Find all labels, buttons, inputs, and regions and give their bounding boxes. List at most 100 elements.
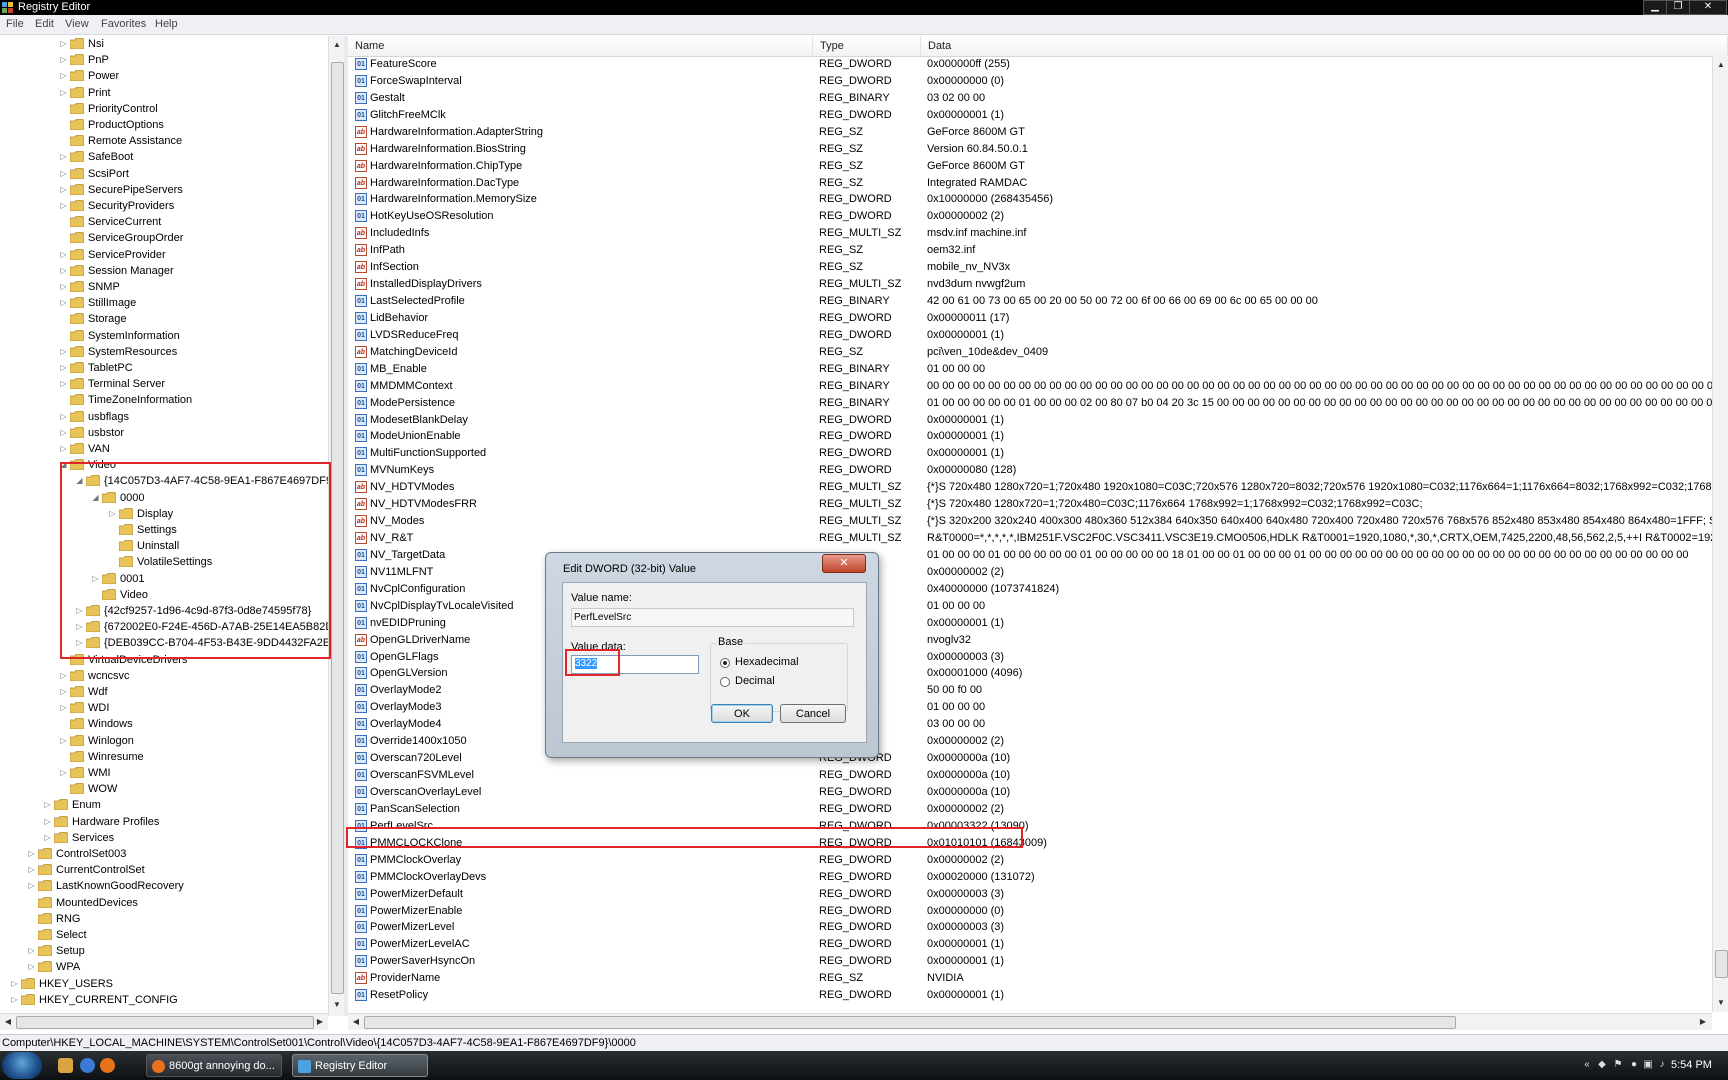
scroll-up-icon[interactable]: ▲ bbox=[1714, 58, 1728, 72]
expand-arrow-icon[interactable]: ▷ bbox=[59, 85, 68, 101]
minimize-button[interactable]: ▁ bbox=[1643, 0, 1667, 15]
taskbar-item-registry-editor[interactable]: Registry Editor bbox=[292, 1054, 428, 1077]
menu-favorites[interactable]: Favorites bbox=[101, 18, 146, 30]
value-row[interactable]: 01 PowerMizerLevelAC REG_DWORD 0x00000001 (… bbox=[348, 936, 1712, 953]
value-row[interactable]: 01 LastSelectedProfile REG_BINARY 42 00 61 … bbox=[348, 293, 1712, 310]
restore-button[interactable]: ❐ bbox=[1666, 0, 1690, 15]
value-row[interactable]: 01 Gestalt REG_BINARY 03 02 00 00 bbox=[348, 90, 1712, 107]
value-row[interactable]: ab InfSection REG_SZ mobile_nv_NV3x bbox=[348, 259, 1712, 276]
expand-arrow-icon[interactable]: ▷ bbox=[59, 36, 68, 52]
tree-hscroll-thumb[interactable] bbox=[16, 1016, 314, 1029]
expand-arrow-icon[interactable]: ▷ bbox=[59, 684, 68, 700]
dialog-close-button[interactable]: ✕ bbox=[822, 554, 866, 573]
menu-edit[interactable]: Edit bbox=[35, 18, 54, 30]
list-scroll-thumb[interactable] bbox=[1715, 950, 1728, 978]
value-row[interactable]: ab InstalledDisplayDrivers REG_MULTI_SZ nvd… bbox=[348, 276, 1712, 293]
expand-arrow-icon[interactable]: ▷ bbox=[59, 425, 68, 441]
list-horizontal-scrollbar[interactable]: ◀ ▶ bbox=[348, 1013, 1712, 1030]
expand-arrow-icon[interactable]: ▷ bbox=[43, 814, 52, 830]
expand-arrow-icon[interactable]: ▷ bbox=[27, 959, 36, 975]
tree-scroll-thumb[interactable] bbox=[331, 62, 344, 994]
menu-view[interactable]: View bbox=[65, 18, 89, 30]
value-row[interactable]: 01 PMMClockOverlayDevs REG_DWORD 0x00020000… bbox=[348, 869, 1712, 886]
list-hscroll-thumb[interactable] bbox=[364, 1016, 1456, 1029]
ok-button[interactable]: OK bbox=[711, 704, 773, 723]
expand-arrow-icon[interactable]: ▷ bbox=[59, 733, 68, 749]
value-row[interactable]: ab HardwareInformation.DacType REG_SZ Integ… bbox=[348, 175, 1712, 192]
firefox-icon[interactable] bbox=[100, 1058, 115, 1073]
expand-arrow-icon[interactable]: ▷ bbox=[59, 166, 68, 182]
expand-arrow-icon[interactable]: ▷ bbox=[27, 943, 36, 959]
list-vertical-scrollbar[interactable]: ▲ ▼ bbox=[1712, 56, 1728, 1012]
expand-arrow-icon[interactable]: ▷ bbox=[59, 247, 68, 263]
expand-arrow-icon[interactable]: ▷ bbox=[59, 198, 68, 214]
decimal-radio[interactable] bbox=[720, 677, 730, 687]
start-button[interactable] bbox=[2, 1052, 42, 1079]
value-row[interactable]: 01 PanScanSelection REG_DWORD 0x00000002 (2… bbox=[348, 801, 1712, 818]
tray-flag-icon[interactable]: ⚑ bbox=[1612, 1059, 1624, 1071]
expand-arrow-icon[interactable]: ▷ bbox=[59, 409, 68, 425]
hexadecimal-label[interactable]: Hexadecimal bbox=[735, 656, 799, 668]
internet-explorer-icon[interactable] bbox=[80, 1058, 95, 1073]
expand-arrow-icon[interactable]: ▷ bbox=[59, 182, 68, 198]
expand-arrow-icon[interactable]: ▷ bbox=[43, 797, 52, 813]
menu-help[interactable]: Help bbox=[155, 18, 178, 30]
value-row[interactable]: 01 FeatureScore REG_DWORD 0x000000ff (255) bbox=[348, 56, 1712, 73]
value-row[interactable]: 01 MVNumKeys REG_DWORD 0x00000080 (128) bbox=[348, 462, 1712, 479]
volume-icon[interactable]: ♪ bbox=[1656, 1059, 1668, 1071]
tray-shield-icon[interactable]: ◆ bbox=[1596, 1059, 1608, 1071]
expand-arrow-icon[interactable]: ▷ bbox=[10, 992, 19, 1008]
value-name-field[interactable]: PerfLevelSrc bbox=[571, 608, 854, 627]
value-row[interactable]: ab NV_R&T REG_MULTI_SZ R&T0000=*,*,*,*,*,IB… bbox=[348, 530, 1712, 547]
column-name[interactable]: Name bbox=[348, 36, 813, 56]
expand-arrow-icon[interactable]: ▷ bbox=[59, 344, 68, 360]
value-row[interactable]: 01 MultiFunctionSupported REG_DWORD 0x00000… bbox=[348, 445, 1712, 462]
expand-arrow-icon[interactable]: ▷ bbox=[59, 668, 68, 684]
value-row[interactable]: 01 LidBehavior REG_DWORD 0x00000011 (17) bbox=[348, 310, 1712, 327]
expand-arrow-icon[interactable]: ▷ bbox=[59, 376, 68, 392]
value-row[interactable]: ab HardwareInformation.ChipType REG_SZ GeFo… bbox=[348, 158, 1712, 175]
value-row[interactable]: 01 OverscanFSVMLevel REG_DWORD 0x0000000a (… bbox=[348, 767, 1712, 784]
scroll-left-icon[interactable]: ◀ bbox=[349, 1015, 363, 1029]
value-row[interactable]: 01 MMDMMContext REG_BINARY 00 00 00 00 00 0… bbox=[348, 378, 1712, 395]
expand-arrow-icon[interactable]: ▷ bbox=[43, 830, 52, 846]
value-row[interactable]: 01 LVDSReduceFreq REG_DWORD 0x00000001 (1) bbox=[348, 327, 1712, 344]
value-row[interactable]: 01 ResetPolicy REG_DWORD 0x00000001 (1) bbox=[348, 987, 1712, 1004]
value-row[interactable]: ab HardwareInformation.BiosString REG_SZ Ve… bbox=[348, 141, 1712, 158]
expand-arrow-icon[interactable]: ▷ bbox=[59, 441, 68, 457]
expand-arrow-icon[interactable]: ▷ bbox=[59, 68, 68, 84]
hexadecimal-radio[interactable] bbox=[720, 658, 730, 668]
clock[interactable]: 5:54 PM bbox=[1671, 1059, 1712, 1071]
column-data[interactable]: Data bbox=[921, 36, 1728, 56]
value-row[interactable]: 01 PowerMizerEnable REG_DWORD 0x00000000 (0… bbox=[348, 903, 1712, 920]
value-row[interactable]: 01 PowerMizerDefault REG_DWORD 0x00000003 (… bbox=[348, 886, 1712, 903]
value-row[interactable]: 01 MB_Enable REG_BINARY 01 00 00 00 bbox=[348, 361, 1712, 378]
value-row[interactable]: 01 ModePersistence REG_BINARY 01 00 00 00 0… bbox=[348, 395, 1712, 412]
values-list[interactable]: Name Type Data 01 FeatureScore REG_DWORD 0x… bbox=[348, 36, 1728, 1016]
tray-expand-icon[interactable]: « bbox=[1581, 1059, 1593, 1071]
value-row[interactable]: ab NV_HDTVModesFRR REG_MULTI_SZ {*}S 720x48… bbox=[348, 496, 1712, 513]
value-row[interactable]: ab NV_HDTVModes REG_MULTI_SZ {*}S 720x480 1… bbox=[348, 479, 1712, 496]
menu-file[interactable]: File bbox=[6, 18, 24, 30]
expand-arrow-icon[interactable]: ▷ bbox=[59, 52, 68, 68]
value-row[interactable]: ab NV_Modes REG_MULTI_SZ {*}S 320x200 320x2… bbox=[348, 513, 1712, 530]
expand-arrow-icon[interactable]: ▷ bbox=[10, 976, 19, 992]
scroll-left-icon[interactable]: ◀ bbox=[1, 1015, 15, 1029]
scroll-up-icon[interactable]: ▲ bbox=[330, 38, 344, 52]
value-row[interactable]: 01 HotKeyUseOSResolution REG_DWORD 0x000000… bbox=[348, 208, 1712, 225]
show-desktop-icon[interactable] bbox=[58, 1058, 73, 1073]
tree-horizontal-scrollbar[interactable]: ◀ ▶ bbox=[0, 1013, 328, 1030]
value-row[interactable]: 01 ModeUnionEnable REG_DWORD 0x00000001 (1) bbox=[348, 428, 1712, 445]
value-row[interactable]: ab InfPath REG_SZ oem32.inf bbox=[348, 242, 1712, 259]
value-row[interactable]: 01 PowerSaverHsyncOn REG_DWORD 0x00000001 (… bbox=[348, 953, 1712, 970]
scroll-down-icon[interactable]: ▼ bbox=[1714, 996, 1728, 1010]
taskbar-item-browser[interactable]: 8600gt annoying do... bbox=[146, 1054, 282, 1077]
expand-arrow-icon[interactable]: ▷ bbox=[59, 279, 68, 295]
value-row[interactable]: 01 ModesetBlankDelay REG_DWORD 0x00000001 (… bbox=[348, 412, 1712, 429]
expand-arrow-icon[interactable]: ▷ bbox=[59, 149, 68, 165]
expand-arrow-icon[interactable]: ▷ bbox=[59, 700, 68, 716]
column-type[interactable]: Type bbox=[813, 36, 921, 56]
value-row[interactable]: ab ProviderName REG_SZ NVIDIA bbox=[348, 970, 1712, 987]
scroll-right-icon[interactable]: ▶ bbox=[313, 1015, 327, 1029]
value-row[interactable]: ab HardwareInformation.AdapterString REG_S… bbox=[348, 124, 1712, 141]
